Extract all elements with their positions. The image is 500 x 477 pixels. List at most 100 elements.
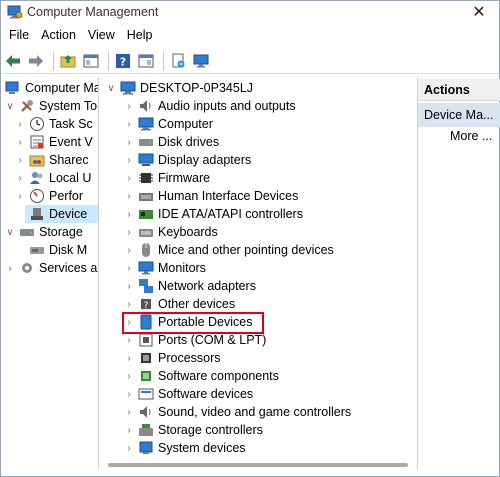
device-category-sound-video-and-game-controllers[interactable]: › Sound, video and game controllers <box>124 403 351 421</box>
device-category-label: System devices <box>158 441 246 455</box>
forward-arrow-icon[interactable] <box>26 51 46 71</box>
device-tree-root[interactable]: ∨ DESKTOP-0P345LJ <box>106 79 253 97</box>
export-icon[interactable] <box>168 51 188 71</box>
storage-icon <box>19 224 35 240</box>
chevron-right-icon[interactable]: › <box>124 101 134 112</box>
tree-item-label: Event V <box>49 135 93 149</box>
device-category-computer[interactable]: › Computer <box>124 115 213 133</box>
monitor-icon[interactable] <box>191 51 211 71</box>
chevron-right-icon[interactable]: › <box>124 281 134 292</box>
chevron-right-icon[interactable]: › <box>15 119 25 130</box>
device-category-label: Processors <box>158 351 221 365</box>
display-adapter-icon <box>138 152 154 168</box>
chevron-right-icon[interactable]: › <box>124 353 134 364</box>
highlight-box-portable-devices <box>122 312 264 334</box>
help-icon[interactable]: ? <box>113 51 133 71</box>
chevron-right-icon[interactable]: › <box>124 137 134 148</box>
scrollbar-thumb[interactable] <box>108 463 408 467</box>
up-folder-icon[interactable] <box>58 51 78 71</box>
device-category-software-components[interactable]: › Software components <box>124 367 279 385</box>
tree-item-storage[interactable]: ∨ Storage <box>5 223 82 241</box>
device-category-audio-inputs-and-outputs[interactable]: › Audio inputs and outputs <box>124 97 295 115</box>
chevron-right-icon[interactable]: › <box>124 425 134 436</box>
computer-icon <box>120 80 136 96</box>
tree-item-label: Task Sc <box>49 117 93 131</box>
device-category-processors[interactable]: › Processors <box>124 349 221 367</box>
chevron-right-icon[interactable]: › <box>124 227 134 238</box>
actions-more-link[interactable]: More ... <box>450 129 492 143</box>
menu-action[interactable]: Action <box>35 28 82 42</box>
chevron-right-icon[interactable]: › <box>15 155 25 166</box>
computer-icon <box>138 116 154 132</box>
tree-item-local-users[interactable]: › Local U <box>15 169 91 187</box>
tree-item-system-tools[interactable]: ∨ System To <box>5 97 97 115</box>
tree-item-services[interactable]: › Services ar <box>5 259 98 277</box>
device-category-label: Other devices <box>158 297 236 311</box>
toolbar: ? <box>1 48 499 74</box>
device-category-label: Display adapters <box>158 153 252 167</box>
tree-item-task-scheduler[interactable]: › Task Sc <box>15 115 93 133</box>
device-category-storage-controllers[interactable]: › Storage controllers <box>124 421 263 439</box>
chevron-down-icon[interactable]: ∨ <box>106 83 116 94</box>
tree-item-label: Computer Ma <box>25 81 99 95</box>
chevron-right-icon[interactable]: › <box>124 389 134 400</box>
actions-device-manager[interactable]: Device Ma... <box>418 103 500 127</box>
sound-icon <box>138 404 154 420</box>
mouse-icon <box>138 242 154 258</box>
tree-item-computer-management[interactable]: Computer Ma <box>5 79 99 97</box>
device-category-ide-ata-atapi-controllers[interactable]: › IDE ATA/ATAPI controllers <box>124 205 303 223</box>
chevron-right-icon[interactable]: › <box>5 263 15 274</box>
device-category-mice-and-other-pointing-devices[interactable]: › Mice and other pointing devices <box>124 241 334 259</box>
device-category-label: Mice and other pointing devices <box>158 243 334 257</box>
window-title: Computer Management <box>27 5 159 19</box>
chevron-right-icon[interactable]: › <box>124 299 134 310</box>
device-category-software-devices[interactable]: › Software devices <box>124 385 253 403</box>
chevron-right-icon[interactable]: › <box>124 371 134 382</box>
chevron-right-icon[interactable]: › <box>124 119 134 130</box>
device-category-network-adapters[interactable]: › Network adapters <box>124 277 256 295</box>
menu-help[interactable]: Help <box>121 28 159 42</box>
device-category-other-devices[interactable]: ›? Other devices <box>124 295 235 313</box>
tree-item-event-viewer[interactable]: › Event V <box>15 133 93 151</box>
chevron-right-icon[interactable]: › <box>124 209 134 220</box>
keyboard-icon <box>138 224 154 240</box>
tree-item-shared-folders[interactable]: › Sharec <box>15 151 88 169</box>
tree-item-label: Local U <box>49 171 92 185</box>
device-category-label: Disk drives <box>158 135 220 149</box>
tree-item-label: System To <box>39 99 98 113</box>
device-category-display-adapters[interactable]: › Display adapters <box>124 151 251 169</box>
device-category-disk-drives[interactable]: › Disk drives <box>124 133 219 151</box>
chevron-right-icon[interactable]: › <box>124 191 134 202</box>
chevron-right-icon[interactable]: › <box>124 263 134 274</box>
chevron-down-icon[interactable]: ∨ <box>5 101 15 112</box>
device-category-system-devices[interactable]: › System devices <box>124 439 246 457</box>
chevron-right-icon[interactable]: › <box>15 137 25 148</box>
device-category-keyboards[interactable]: › Keyboards <box>124 223 217 241</box>
actions-pane: Actions Device Ma... More ... <box>417 77 500 469</box>
chevron-right-icon[interactable]: › <box>124 407 134 418</box>
chevron-right-icon[interactable]: › <box>15 191 25 202</box>
tree-item-device-manager[interactable]: Device <box>25 205 98 223</box>
device-category-firmware[interactable]: › Firmware <box>124 169 210 187</box>
chevron-right-icon[interactable]: › <box>15 173 25 184</box>
system-devices-icon <box>138 440 154 456</box>
menu-view[interactable]: View <box>82 28 121 42</box>
chevron-right-icon[interactable]: › <box>124 335 134 346</box>
tree-item-performance[interactable]: › Perfor <box>15 187 83 205</box>
device-category-monitors[interactable]: › Monitors <box>124 259 206 277</box>
window-close-button[interactable]: ✕ <box>459 1 499 23</box>
chevron-down-icon[interactable]: ∨ <box>5 227 15 238</box>
show-hide-tree-icon[interactable] <box>81 51 101 71</box>
menu-file[interactable]: File <box>3 28 35 42</box>
tree-item-disk-management[interactable]: Disk M <box>25 241 87 259</box>
device-category-human-interface-devices[interactable]: › Human Interface Devices <box>124 187 298 205</box>
ports-icon <box>138 332 154 348</box>
back-arrow-icon[interactable] <box>3 51 23 71</box>
chevron-right-icon[interactable]: › <box>124 443 134 454</box>
chevron-right-icon[interactable]: › <box>124 155 134 166</box>
horizontal-scrollbar[interactable] <box>104 461 414 469</box>
properties-icon[interactable] <box>136 51 156 71</box>
device-category-label: Firmware <box>158 171 211 185</box>
chevron-right-icon[interactable]: › <box>124 173 134 184</box>
chevron-right-icon[interactable]: › <box>124 245 134 256</box>
